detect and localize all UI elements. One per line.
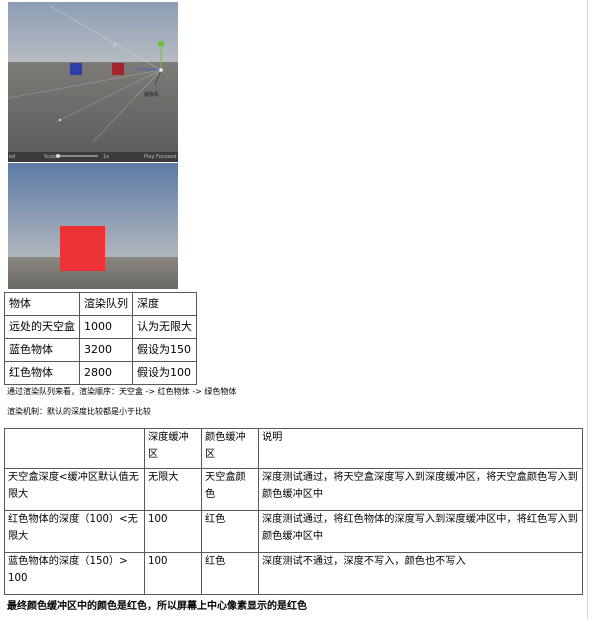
table-cell: 假设为100 bbox=[132, 361, 197, 385]
table-cell: 深度测试通过，将红色物体的深度写入到深度缓冲区中，将红色写入到颜色缓冲区中 bbox=[258, 510, 583, 553]
table-header-cell: 渲染队列 bbox=[79, 292, 133, 316]
light-marker bbox=[113, 43, 117, 47]
table-header-cell: 物体 bbox=[4, 292, 80, 316]
table-cell: 认为无限大 bbox=[132, 315, 197, 339]
table-cell: 红色 bbox=[201, 510, 259, 553]
table-header-row: 物体 渲染队列 深度 bbox=[4, 292, 197, 316]
table-row: 红色物体的深度（100）<无限大 100 红色 深度测试通过，将红色物体的深度写… bbox=[4, 510, 583, 553]
toolbar-scale-value: 1x bbox=[103, 154, 110, 160]
table-cell: 红色物体的深度（100）<无限大 bbox=[4, 510, 145, 553]
table-cell: 天空盒深度<缓冲区默认值无限大 bbox=[4, 468, 145, 511]
table-header-cell: 说明 bbox=[258, 428, 583, 469]
camera-frustum-line bbox=[49, 5, 162, 71]
scene-toolbar: ed Scale 1x Play Focused bbox=[8, 152, 178, 162]
table-header-row: 深度缓冲区 颜色缓冲区 说明 bbox=[4, 428, 583, 469]
gizmo-z-axis bbox=[135, 68, 162, 71]
right-border-line bbox=[587, 0, 588, 619]
camera-label: 摄像机 bbox=[144, 92, 160, 98]
table-cell: 100 bbox=[144, 552, 202, 595]
table-cell: 2800 bbox=[79, 361, 133, 385]
camera-position-dot bbox=[159, 68, 163, 72]
render-queue-table: 物体 渲染队列 深度 远处的天空盒 1000 认为无限大 蓝色物体 3200 假… bbox=[4, 292, 197, 385]
scene-gizmos bbox=[8, 5, 164, 143]
table-header-cell: 深度缓冲区 bbox=[144, 428, 202, 469]
scene-view-screenshot: 摄像机 ed Scale 1x Play Focused bbox=[8, 2, 178, 162]
red-cube bbox=[60, 226, 105, 271]
game-view-screenshot bbox=[8, 163, 178, 289]
toolbar-left-text: ed bbox=[9, 154, 16, 160]
table-cell: 天空盒颜色 bbox=[201, 468, 259, 511]
gizmo-y-handle bbox=[158, 41, 164, 46]
table-header-cell: 颜色缓冲区 bbox=[201, 428, 259, 469]
toolbar-play-focused: Play Focused bbox=[144, 154, 177, 160]
scale-slider-track bbox=[58, 155, 98, 157]
table-cell: 3200 bbox=[79, 338, 133, 362]
table-header-cell: 深度 bbox=[132, 292, 197, 316]
scene-point bbox=[59, 119, 61, 121]
table-cell: 深度测试通过，将天空盒深度写入到深度缓冲区，将天空盒颜色写入到颜色缓冲区中 bbox=[258, 468, 583, 511]
table-cell: 假设为150 bbox=[132, 338, 197, 362]
table-row: 远处的天空盒 1000 认为无限大 bbox=[4, 315, 197, 339]
table-cell: 红色物体 bbox=[4, 361, 80, 385]
table-cell: 蓝色物体的深度（150）> 100 bbox=[4, 552, 145, 595]
camera-frustum-line bbox=[8, 69, 162, 99]
table-header-cell bbox=[4, 428, 145, 469]
dark-red-cube bbox=[112, 63, 124, 75]
table-row: 蓝色物体的深度（150）> 100 100 红色 深度测试不通过，深度不写入，颜… bbox=[4, 552, 583, 595]
table-row: 红色物体 2800 假设为100 bbox=[4, 361, 197, 385]
blue-cube bbox=[70, 63, 82, 75]
scale-slider-handle bbox=[56, 154, 60, 158]
table-cell: 深度测试不通过，深度不写入，颜色也不写入 bbox=[258, 552, 583, 595]
table-row: 蓝色物体 3200 假设为150 bbox=[4, 338, 197, 362]
table-cell: 无限大 bbox=[144, 468, 202, 511]
table-cell: 100 bbox=[144, 510, 202, 553]
buffer-table: 深度缓冲区 颜色缓冲区 说明 天空盒深度<缓冲区默认值无限大 无限大 天空盒颜色… bbox=[4, 428, 583, 595]
caption-render-mechanism: 渲染机制：默认的深度比较都是小于比较 bbox=[7, 407, 151, 416]
table-cell: 蓝色物体 bbox=[4, 338, 80, 362]
conclusion-text: 最终颜色缓冲区中的颜色是红色，所以屏幕上中心像素显示的是红色 bbox=[7, 601, 307, 612]
caption-render-order: 通过渲染队列来看，渲染顺序：天空盒 -> 红色物体 -> 绿色物体 bbox=[7, 387, 237, 396]
table-cell: 远处的天空盒 bbox=[4, 315, 80, 339]
table-row: 天空盒深度<缓冲区默认值无限大 无限大 天空盒颜色 深度测试通过，将天空盒深度写… bbox=[4, 468, 583, 511]
table-cell: 红色 bbox=[201, 552, 259, 595]
table-cell: 1000 bbox=[79, 315, 133, 339]
